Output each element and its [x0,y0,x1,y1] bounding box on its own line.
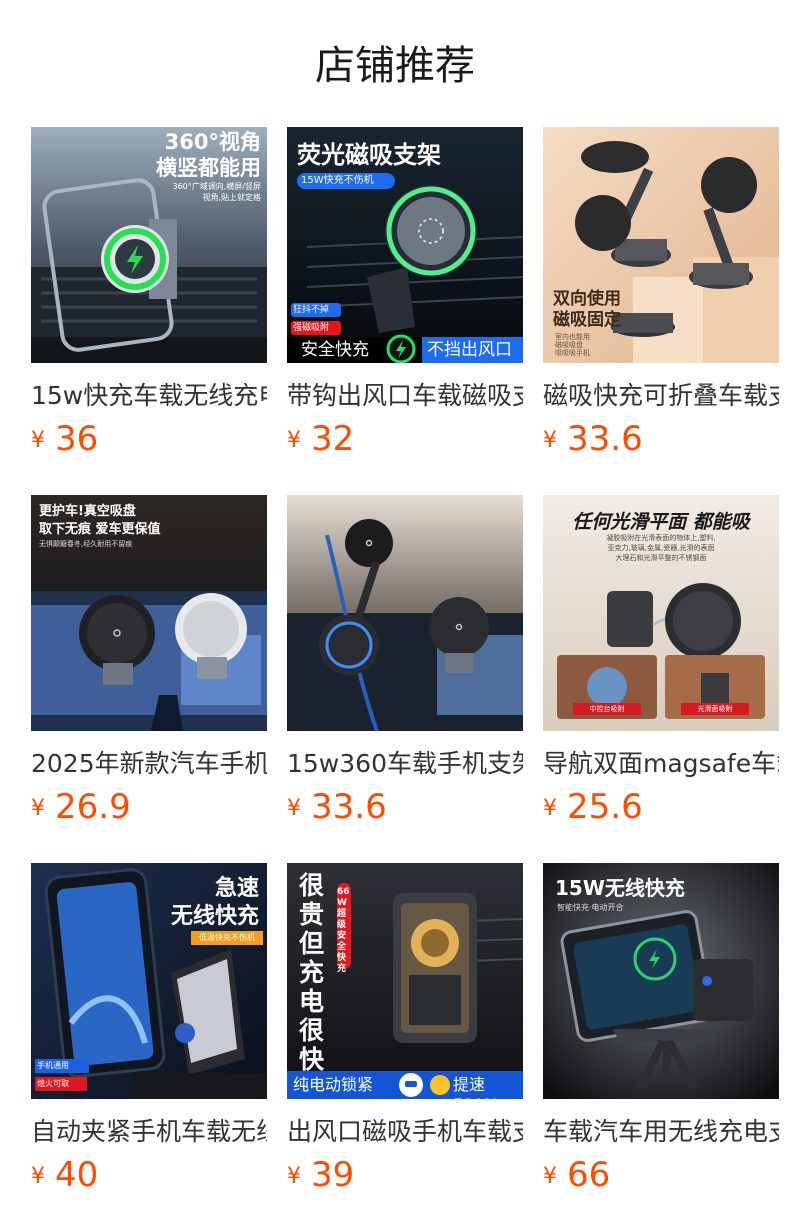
product-price: ¥26.9 [31,787,267,833]
price-value: 33.6 [311,787,387,827]
product-name[interactable]: 出风口磁吸手机车载支架 [287,1115,523,1149]
product-card[interactable]: 15w360车载手机支架 ¥33.6 [287,495,523,833]
product-image[interactable]: 15W无线快充 智能快充·电动开合 [543,863,779,1099]
price-value: 36 [55,419,99,459]
image-text: 狂抖不掉 [293,305,330,315]
currency-symbol: ¥ [287,1164,301,1189]
product-image[interactable]: 荧光磁吸支架 15W快充不伤机 狂抖不掉 强磁吸附 安全快充 不挡出风口 [287,127,523,363]
product-price: ¥39 [287,1155,523,1201]
price-value: 25.6 [567,787,643,827]
product-image[interactable]: 很贵但充电很快 66W超级安全快充 纯电动锁紧 提速500% [287,863,523,1099]
image-text: 取下无痕 爱车更保值 [39,522,161,537]
price-value: 40 [55,1155,99,1195]
product-card[interactable]: 很贵但充电很快 66W超级安全快充 纯电动锁紧 提速500% 出风口磁吸手机车载… [287,863,523,1201]
product-card[interactable]: 双向使用 磁吸固定 室内也能用 磁吸吸盘 吸吸吸手机 磁吸快充可折叠车载支架 ¥… [543,127,779,465]
image-text: 更护车!真空吸盘 [39,504,136,519]
image-text: 提速500% [453,1075,499,1099]
image-text: 凝胶吸附在光滑表面的物体上,塑料, [606,534,716,542]
product-price: ¥40 [31,1155,267,1201]
price-value: 66 [567,1155,611,1195]
product-card[interactable]: 15W无线快充 智能快充·电动开合 车载汽车用无线充电支架 ¥66 [543,863,779,1201]
product-card[interactable]: 急速 无线快充 低温快充不伤机 手机通用 熄火可取 自动夹紧手机车载无线充 ¥4… [31,863,267,1201]
product-image[interactable] [287,495,523,731]
product-price: ¥66 [543,1155,779,1201]
product-image[interactable]: 360°视角 横竖都能用 360°广域调向,横屏/竖屏 视角,贴上就定格 [31,127,267,363]
product-image[interactable]: 急速 无线快充 低温快充不伤机 手机通用 熄火可取 [31,863,267,1099]
image-text: 不挡出风口 [427,340,512,360]
currency-symbol: ¥ [543,796,557,821]
product-name[interactable]: 15w360车载手机支架 [287,747,523,781]
price-value: 33.6 [567,419,643,459]
image-text: 66W超级安全快充 [337,887,350,974]
price-value: 32 [311,419,355,459]
product-name[interactable]: 导航双面magsafe车载支架 [543,747,779,781]
image-text: 低温快充不伤机 [199,933,255,942]
image-text: 360°视角 [164,130,261,154]
product-name[interactable]: 带钩出风口车载磁吸支架 [287,379,523,413]
image-text: 双向使用 [553,289,621,309]
product-price: ¥32 [287,419,523,465]
product-price: ¥25.6 [543,787,779,833]
product-name[interactable]: 自动夹紧手机车载无线充 [31,1115,267,1149]
image-text: 很贵但充电很快 [299,871,325,1074]
price-value: 26.9 [55,787,131,827]
product-name[interactable]: 15w快充车载无线充电支架 [31,379,267,413]
image-text: 15W快充不伤机 [301,175,374,186]
image-text: 手机通用 [37,1061,69,1070]
image-text: 熄火可取 [37,1079,69,1088]
image-text: 360°广域调向,横屏/竖屏 [172,182,261,191]
image-text: 荧光磁吸支架 [297,141,441,169]
product-image[interactable]: 双向使用 磁吸固定 室内也能用 磁吸吸盘 吸吸吸手机 [543,127,779,363]
image-text: 光滑面吸附 [697,705,733,713]
product-name[interactable]: 磁吸快充可折叠车载支架 [543,379,779,413]
image-text: 15W无线快充 [555,876,685,900]
image-text: 吸吸吸手机 [555,349,590,357]
image-text: 纯电动锁紧 [293,1075,374,1094]
product-image[interactable]: 更护车!真空吸盘 取下无痕 爱车更保值 无惧颠簸春冬,经久耐用不留痕 [31,495,267,731]
product-card[interactable]: 任何光滑平面 都能吸 凝胶吸附在光滑表面的物体上,塑料, 亚克力,玻璃,金属,瓷… [543,495,779,833]
currency-symbol: ¥ [287,428,301,453]
currency-symbol: ¥ [31,428,45,453]
currency-symbol: ¥ [287,796,301,821]
image-text: 室内也能用 [555,333,590,341]
product-price: ¥36 [31,419,267,465]
image-text: 磁吸固定 [553,310,621,330]
image-text: 任何光滑平面 都能吸 [572,511,750,533]
image-text: 磁吸吸盘 [555,341,583,349]
image-text: 安全快充 [301,340,369,360]
image-text: 强磁吸附 [293,323,330,333]
product-price: ¥33.6 [543,419,779,465]
product-image[interactable]: 任何光滑平面 都能吸 凝胶吸附在光滑表面的物体上,塑料, 亚克力,玻璃,金属,瓷… [543,495,779,731]
page-title: 店铺推荐 [315,43,475,89]
price-value: 39 [311,1155,355,1195]
image-text: 视角,贴上就定格 [202,193,261,202]
image-text: 大理石和光滑平整的不锈钢面 [615,554,707,562]
image-text: 急速 [214,876,259,901]
product-card[interactable]: 荧光磁吸支架 15W快充不伤机 狂抖不掉 强磁吸附 安全快充 不挡出风口 带钩出… [287,127,523,465]
currency-symbol: ¥ [543,428,557,453]
image-text: 横竖都能用 [156,156,261,180]
image-text: 中控台吸附 [589,705,625,713]
product-name[interactable]: 车载汽车用无线充电支架 [543,1115,779,1149]
image-text: 智能快充·电动开合 [557,903,624,912]
image-text: 无线快充 [170,904,259,929]
product-card[interactable]: 更护车!真空吸盘 取下无痕 爱车更保值 无惧颠簸春冬,经久耐用不留痕 2025年… [31,495,267,833]
currency-symbol: ¥ [31,796,45,821]
image-text: 无惧颠簸春冬,经久耐用不留痕 [39,540,133,548]
currency-symbol: ¥ [31,1164,45,1189]
currency-symbol: ¥ [543,1164,557,1189]
product-price: ¥33.6 [287,787,523,833]
product-card[interactable]: 360°视角 横竖都能用 360°广域调向,横屏/竖屏 视角,贴上就定格 15w… [31,127,267,465]
product-name[interactable]: 2025年新款汽车手机支架 [31,747,267,781]
image-text: 亚克力,玻璃,金属,瓷器,光滑的表面 [607,544,715,552]
